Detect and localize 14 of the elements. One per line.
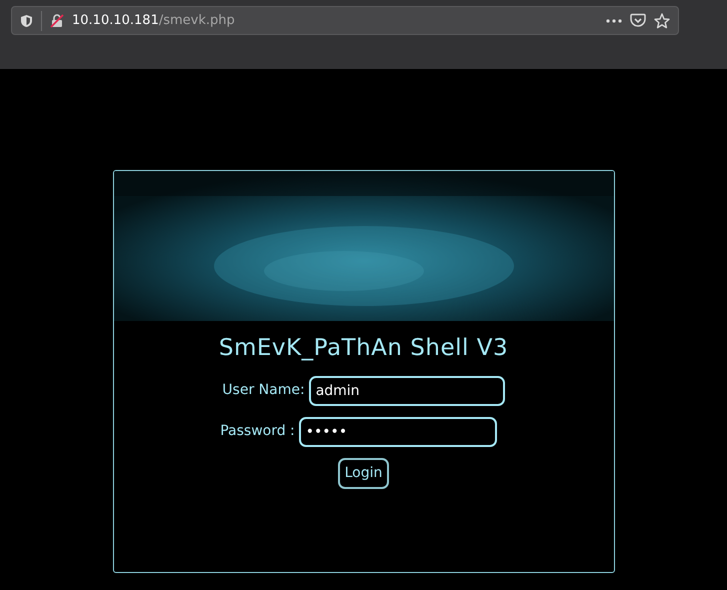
pocket-icon[interactable] [630, 13, 646, 28]
password-field[interactable]: ••••• [298, 416, 497, 446]
login-button[interactable]: Login [338, 458, 390, 488]
star-icon[interactable] [654, 12, 670, 28]
username-label: User Name: [222, 381, 305, 400]
shield-icon[interactable] [20, 14, 33, 28]
url-host: 10.10.10.181 [72, 12, 159, 30]
username-field[interactable]: admin [308, 376, 505, 406]
password-label: Password : [220, 422, 295, 441]
shell-title: SmEvK_PaThAn Shell V3 [218, 334, 508, 363]
insecure-lock-icon[interactable] [50, 13, 64, 28]
url-path: /smevk.php [158, 12, 235, 30]
address-bar[interactable]: 10.10.10.181/smevk.php [11, 6, 679, 35]
more-icon[interactable] [606, 18, 622, 22]
